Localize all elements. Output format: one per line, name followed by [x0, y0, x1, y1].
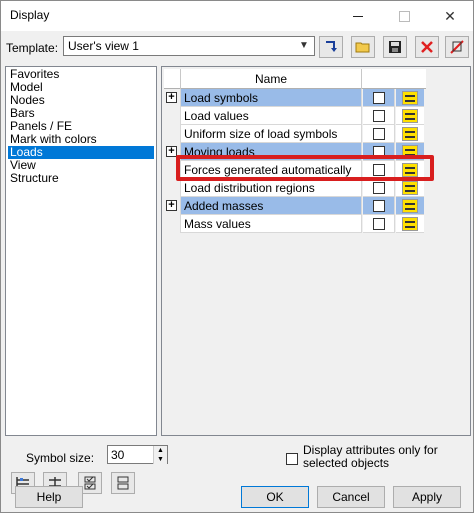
cancel-button[interactable]: Cancel — [317, 486, 385, 508]
row-label: Mass values — [180, 215, 362, 233]
tree-item-structure[interactable]: Structure — [8, 172, 61, 185]
grid-row-load-values[interactable]: Load values — [164, 107, 426, 125]
template-select[interactable]: User's view 1 ▼ — [63, 36, 315, 56]
uncheck-all-button[interactable] — [111, 472, 135, 494]
help-button[interactable]: Help — [15, 486, 83, 508]
apply-template-icon — [326, 41, 337, 52]
template-label: Template: — [6, 41, 59, 55]
clear-icon — [450, 40, 464, 54]
row-checkbox[interactable] — [373, 200, 385, 212]
display-dialog: Display ✕ Template: User's view 1 ▼ Favo… — [0, 0, 474, 513]
row-label: Added masses — [180, 197, 362, 215]
open-folder-icon — [355, 42, 370, 53]
spin-down-icon[interactable]: ▼ — [153, 455, 167, 464]
uniform-size-icon[interactable] — [402, 127, 418, 141]
grid-row-load-symbols[interactable]: + Load symbols — [164, 89, 426, 107]
uncheck-all-icon — [117, 476, 129, 490]
delete-template-button[interactable] — [415, 36, 439, 58]
close-button[interactable]: ✕ — [427, 1, 473, 31]
grid-header: Name — [164, 69, 426, 89]
attributes-grid: Name + Load symbols Load values Uniform … — [161, 66, 471, 436]
title-bar: Display ✕ — [1, 1, 473, 31]
ok-button[interactable]: OK — [241, 486, 309, 508]
save-template-button[interactable] — [383, 36, 407, 58]
template-value: User's view 1 — [68, 39, 139, 53]
load-symbol-icon[interactable] — [402, 91, 418, 105]
symbol-size-label: Symbol size: — [26, 451, 95, 465]
row-label: Uniform size of load symbols — [180, 125, 362, 143]
expand-icon[interactable]: + — [166, 92, 177, 103]
row-checkbox[interactable] — [373, 92, 385, 104]
apply-template-button[interactable] — [319, 36, 343, 58]
distribution-icon[interactable] — [402, 181, 418, 195]
row-label: Load values — [180, 107, 362, 125]
display-attributes-label: Display attributes only for selected obj… — [303, 443, 438, 470]
clear-template-button[interactable] — [445, 36, 469, 58]
minimize-button[interactable] — [335, 1, 381, 31]
category-tree[interactable]: Favorites Model Nodes Bars Panels / FE M… — [5, 66, 157, 494]
load-values-icon[interactable] — [402, 109, 418, 123]
delete-icon — [421, 41, 433, 53]
chevron-down-icon: ▼ — [299, 40, 309, 51]
display-attributes-checkbox[interactable] — [286, 453, 298, 465]
check-all-icon — [84, 476, 96, 490]
apply-button[interactable]: Apply — [393, 486, 461, 508]
save-icon — [389, 41, 401, 53]
highlight-annotation — [176, 155, 434, 181]
mass-values-icon[interactable] — [402, 217, 418, 231]
row-label: Load distribution regions — [180, 179, 362, 197]
name-column-header[interactable]: Name — [180, 69, 362, 89]
row-checkbox[interactable] — [373, 110, 385, 122]
symbol-size-spinner[interactable]: 30 ▲ ▼ — [107, 445, 168, 464]
row-checkbox[interactable] — [373, 218, 385, 230]
row-label: Load symbols — [180, 89, 362, 107]
grid-row-load-distribution[interactable]: Load distribution regions — [164, 179, 426, 197]
symbol-size-value: 30 — [111, 448, 125, 462]
expand-icon[interactable]: + — [166, 200, 177, 211]
maximize-button — [381, 1, 427, 31]
row-checkbox[interactable] — [373, 182, 385, 194]
grid-row-mass-values[interactable]: Mass values — [164, 215, 426, 233]
open-template-button[interactable] — [351, 36, 375, 58]
grid-row-added-masses[interactable]: + Added masses — [164, 197, 426, 215]
grid-row-uniform-size[interactable]: Uniform size of load symbols — [164, 125, 426, 143]
window-title: Display — [10, 8, 50, 22]
added-masses-icon[interactable] — [402, 199, 418, 213]
spin-up-icon[interactable]: ▲ — [153, 446, 167, 455]
row-checkbox[interactable] — [373, 128, 385, 140]
